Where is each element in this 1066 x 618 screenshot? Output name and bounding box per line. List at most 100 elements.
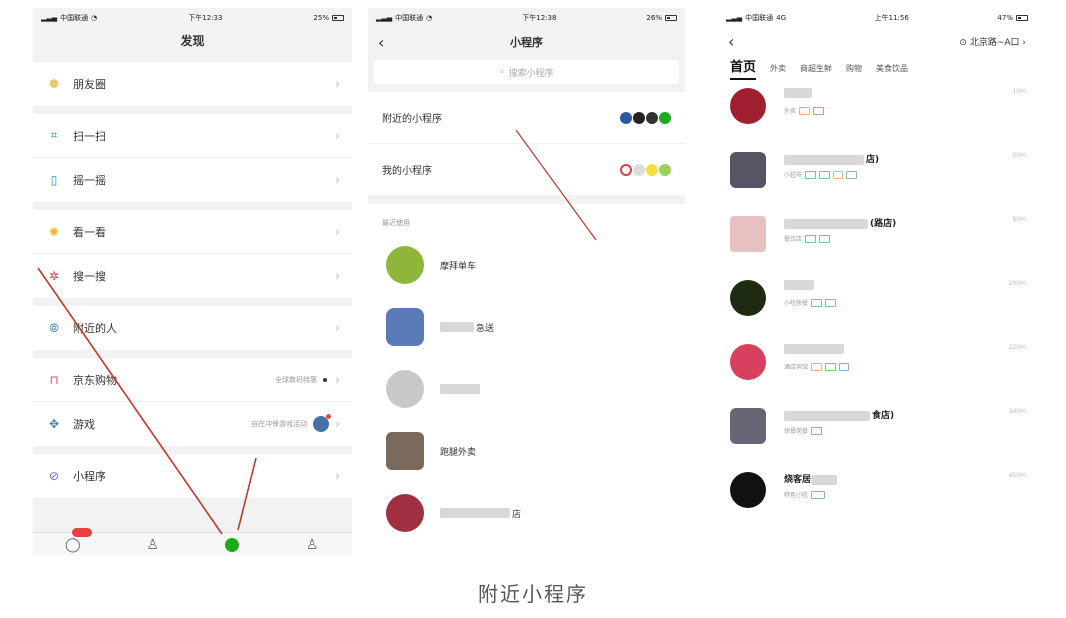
shop-name: (路店) [870, 219, 897, 229]
search-input[interactable]: ⌕ 搜索小程序 [374, 60, 679, 84]
shop-list-item[interactable]: 店) 小超市 50m [718, 144, 1036, 208]
shop-logo [730, 472, 766, 508]
menu-item-people-nearby[interactable]: ⦾ 附近的人 › [33, 306, 352, 350]
battery-icon [331, 15, 344, 21]
menu-group: ⊓ 京东购物 全球数码特惠 › ✥ 游戏 自在冲锋游戏活动 › [33, 358, 352, 446]
page-title: 小程序 [510, 36, 543, 49]
shop-category: 快餐简餐 [784, 428, 809, 435]
menu-group: ⊘ 小程序 › [33, 454, 352, 498]
games-icon: ✥ [48, 417, 60, 431]
signal-icon: ▂▃▄ [376, 14, 393, 22]
menu-group: ⌗ 扫一扫 › ▯ 摇一摇 › [33, 114, 352, 202]
menu-item-search[interactable]: ✲ 搜一搜 › [33, 254, 352, 298]
menu-item-label: 搜一搜 [73, 270, 106, 283]
menu-item-label: 附近的人 [73, 322, 117, 335]
my-miniprograms-row[interactable]: 我的小程序 [368, 144, 685, 196]
menu-item-games[interactable]: ✥ 游戏 自在冲锋游戏活动 › [33, 402, 352, 446]
shop-category: 小超市 [784, 172, 803, 179]
chevron-right-icon: › [335, 417, 340, 431]
recent-app-row[interactable]: 急送 [368, 296, 685, 358]
shop-list-item[interactable]: 食店) 快餐简餐 340m [718, 400, 1036, 464]
person-icon: ♙ [305, 536, 319, 553]
shop-distance: 200m [1008, 280, 1026, 287]
menu-item-miniprogram[interactable]: ⊘ 小程序 › [33, 454, 352, 498]
menu-item-top-stories[interactable]: ✺ 看一看 › [33, 210, 352, 254]
menu-item-label: 游戏 [73, 418, 95, 431]
tab-contacts[interactable]: ♙ [138, 537, 168, 553]
tab-grocery[interactable]: 商超生鲜 [800, 63, 832, 80]
app-name: 摩拜单车 [440, 261, 477, 272]
shop-distance: 220m [1008, 344, 1026, 351]
recent-app-row[interactable]: 跑腿外卖 [368, 420, 685, 482]
menu-group: ⦾ 附近的人 › [33, 306, 352, 350]
chevron-right-icon: › [335, 128, 340, 143]
shop-list-item[interactable]: 小吃快餐 200m [718, 272, 1036, 336]
shop-list-item[interactable]: 外卖 10m [718, 80, 1036, 144]
chevron-right-icon: › [335, 224, 340, 239]
app-icon [646, 111, 658, 124]
tab-shopping[interactable]: 购物 [846, 63, 862, 80]
phone-nearby-list-screen: ▂▃▄ 中国联通 4G 上午11:56 47% ‹ ⊙ 北京路~A口 › 首页 外卖… [718, 8, 1036, 556]
recent-app-row[interactable] [368, 358, 685, 420]
new-dot-icon [323, 377, 328, 382]
menu-item-scan[interactable]: ⌗ 扫一扫 › [33, 114, 352, 158]
phone-discover-screen: ▂▃▄ 中国联通 ◔ 下午12:33 25% 发现 ❁ 朋友圈 › ⌗ 扫一扫 › … [33, 8, 352, 556]
search-icon: ✲ [48, 269, 60, 283]
tab-food-drinks[interactable]: 美食饮品 [876, 63, 908, 80]
shake-icon: ▯ [50, 173, 58, 187]
shop-logo [730, 280, 766, 316]
app-name: 跑腿外卖 [440, 447, 477, 458]
back-chevron-icon[interactable]: ‹ [728, 32, 734, 51]
menu-item-shake[interactable]: ▯ 摇一摇 › [33, 158, 352, 202]
shop-tag [846, 170, 858, 179]
shop-name: 烧客居 [784, 475, 812, 485]
recent-app-row[interactable]: 店 [368, 482, 685, 544]
row-label: 我的小程序 [382, 166, 432, 177]
menu-item-label: 朋友圈 [73, 78, 106, 91]
shop-list-item[interactable]: 烧客居 特色小吃 450m [718, 464, 1036, 528]
category-tabs: 首页 外卖 商超生鲜 购物 美食饮品 [718, 54, 1036, 80]
tab-home[interactable]: 首页 [730, 56, 757, 80]
search-bar: ⌕ 搜索小程序 [368, 56, 685, 92]
carrier-label: 中国联通 [395, 14, 424, 22]
recent-app-row[interactable]: 摩拜单车 [368, 234, 685, 296]
blurred-text [784, 154, 864, 165]
shop-logo [730, 152, 766, 188]
shop-list-item[interactable]: 酒店宾馆 220m [718, 336, 1036, 400]
shop-tag [799, 106, 810, 115]
shop-logo [730, 344, 766, 380]
menu-group: ✺ 看一看 › ✲ 搜一搜 › [33, 210, 352, 298]
app-name: 店 [512, 509, 522, 520]
chevron-right-icon: › [335, 77, 340, 91]
chevron-right-icon: › [335, 321, 340, 335]
menu-item-shopping[interactable]: ⊓ 京东购物 全球数码特惠 › [33, 358, 352, 402]
tab-discover[interactable] [217, 537, 247, 552]
back-chevron-icon[interactable]: ‹ [378, 33, 384, 52]
menu-item-label: 扫一扫 [73, 129, 106, 143]
status-bar: ▂▃▄ 中国联通 4G 上午11:56 47% [718, 8, 1036, 28]
shopping-icon: ⊓ [49, 372, 59, 387]
carrier-label: 中国联通 [745, 14, 774, 22]
menu-item-extra: 自在冲锋游戏活动 [251, 420, 308, 428]
menu-item-label: 摇一摇 [73, 174, 106, 187]
menu-item-moments[interactable]: ❁ 朋友圈 › [33, 62, 352, 106]
battery-percent: 25% [313, 14, 329, 22]
location-pin-icon: ⊙ [959, 37, 967, 48]
app-name: 急送 [476, 323, 495, 334]
tab-chats[interactable]: ◯ [58, 527, 92, 553]
row-label: 附近的小程序 [382, 114, 442, 125]
chevron-right-icon: › [335, 269, 340, 283]
network-label: 4G [776, 14, 787, 22]
shop-tag [818, 170, 830, 179]
app-icon [659, 111, 671, 124]
tab-me[interactable]: ♙ [297, 537, 327, 553]
app-icon [386, 308, 424, 346]
shop-name: 店) [866, 155, 880, 165]
nearby-miniprograms-row[interactable]: 附近的小程序 [368, 92, 685, 144]
app-icon [386, 432, 424, 470]
tab-takeout[interactable]: 外卖 [770, 63, 786, 80]
shop-list-item[interactable]: (路店) 餐饮店 80m [718, 208, 1036, 272]
shop-tag [805, 234, 816, 243]
location-selector[interactable]: ⊙ 北京路~A口 › [959, 35, 1026, 48]
shop-distance: 450m [1008, 472, 1026, 479]
